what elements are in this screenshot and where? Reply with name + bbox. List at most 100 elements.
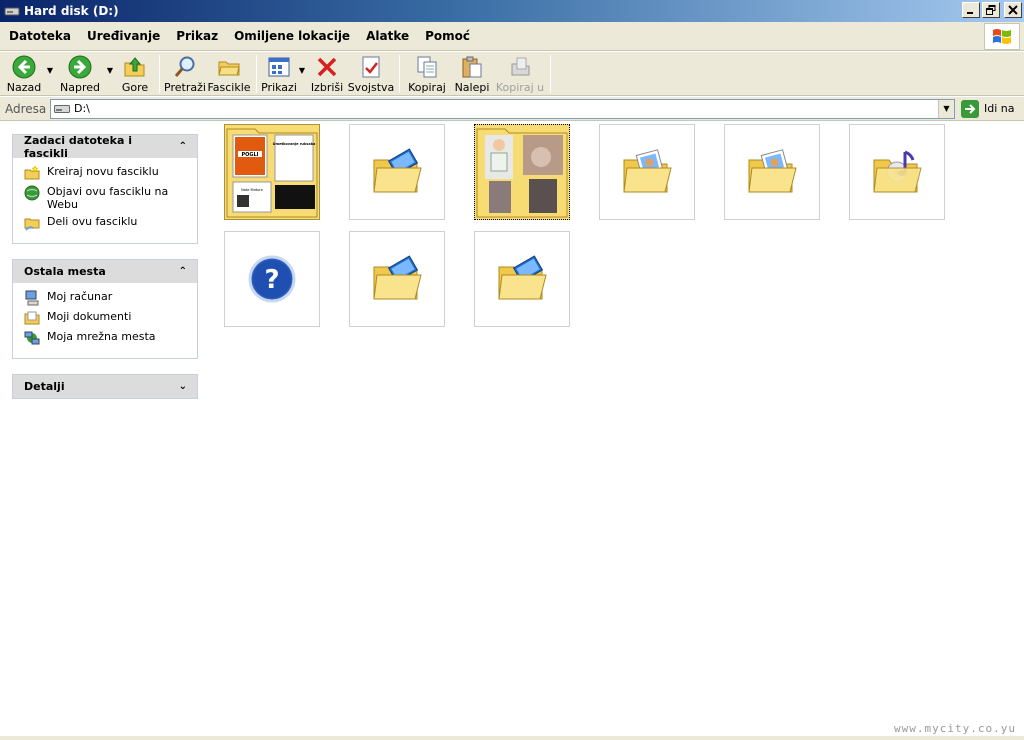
minimize-icon (967, 12, 973, 14)
back-button[interactable]: Nazad (3, 53, 45, 95)
place-my-network[interactable]: Moja mrežna mesta (24, 330, 191, 346)
back-dropdown-icon[interactable]: ▼ (45, 66, 55, 75)
file-folder-tasks-panel: Zadaci datoteka i fascikli ⌃ Kreiraj nov… (12, 134, 198, 244)
menu-bar: Datoteka Uređivanje Prikaz Omiljene loka… (0, 22, 1024, 51)
hard-disk-icon (54, 104, 70, 113)
menu-file[interactable]: Datoteka (0, 29, 79, 43)
details-header[interactable]: Detalji ⌄ (13, 375, 197, 398)
collapse-up-icon[interactable]: ⌃ (179, 266, 187, 277)
copy-button[interactable]: Kopiraj (404, 53, 450, 95)
paste-icon (462, 56, 482, 77)
close-button[interactable] (1004, 2, 1022, 18)
file-folder-tasks-header[interactable]: Zadaci datoteka i fascikli ⌃ (13, 134, 197, 160)
music-folder-icon (873, 150, 922, 193)
toolbar-separator (550, 54, 551, 93)
folder-preview-icon: POGLI Umetkovanje ruksaka Note Mature (226, 128, 318, 218)
menu-help[interactable]: Pomoć (417, 29, 478, 43)
documents-folder-icon (24, 311, 40, 325)
details-panel: Detalji ⌄ (12, 374, 198, 399)
folder-thumbnail-books[interactable]: POGLI Umetkovanje ruksaka Note Mature (224, 124, 320, 220)
unknown-file[interactable]: ? (224, 231, 320, 327)
pictures-folder-1[interactable] (599, 124, 695, 220)
task-publish-web[interactable]: Objavi ovu fasciklu na Webu (24, 185, 191, 211)
copy-to-icon (511, 57, 530, 75)
folder-thumbnail-photos[interactable] (474, 124, 570, 220)
views-dropdown-icon[interactable]: ▼ (297, 66, 307, 75)
properties-button[interactable]: Svojstva (347, 53, 395, 95)
page-title-text: Umetkovanje ruksaka (273, 142, 316, 146)
network-icon (24, 331, 40, 345)
go-button[interactable]: Idi na (961, 99, 1015, 118)
windows-flag-icon (993, 28, 1011, 44)
help-question-icon: ? (248, 255, 296, 303)
page-sub-text: Note Mature (241, 188, 263, 192)
delete-x-icon (317, 57, 337, 76)
go-arrow-icon (965, 103, 976, 114)
task-pane: Zadaci datoteka i fascikli ⌃ Kreiraj nov… (0, 122, 210, 734)
toolbar-separator (256, 54, 257, 93)
copy-to-button[interactable]: Kopiraj u (494, 53, 546, 95)
restore-icon (986, 5, 996, 15)
folder-up-icon (124, 56, 145, 76)
chevron-down-icon: ▼ (943, 104, 950, 113)
other-places-header[interactable]: Ostala mesta ⌃ (13, 260, 197, 283)
delete-button[interactable]: Izbriši (307, 53, 347, 95)
menu-edit[interactable]: Uređivanje (79, 29, 168, 43)
place-my-documents[interactable]: Moji dokumenti (24, 310, 191, 326)
up-button[interactable]: Gore (115, 53, 155, 95)
search-icon (174, 56, 195, 77)
copy-icon (417, 56, 437, 77)
address-input[interactable]: D:\ ▼ (50, 98, 955, 119)
other-places-panel: Ostala mesta ⌃ Moj računar Moji dokument… (12, 259, 198, 359)
computer-icon (25, 290, 39, 306)
watermark: www.mycity.co.yu (894, 722, 1016, 735)
collapse-up-icon[interactable]: ⌃ (179, 141, 187, 152)
properties-icon (362, 56, 380, 77)
new-folder-icon (24, 165, 40, 180)
forward-button[interactable]: Napred (55, 53, 105, 95)
video-folder-2[interactable] (349, 231, 445, 327)
status-strip (0, 736, 1024, 740)
window-title: Hard disk (D:) (24, 4, 119, 18)
folders-button[interactable]: Fascikle (206, 53, 252, 95)
pictures-folder-icon (623, 149, 672, 193)
music-folder[interactable] (849, 124, 945, 220)
menu-view[interactable]: Prikaz (168, 29, 226, 43)
globe-icon (24, 185, 40, 201)
toolbar: Nazad ▼ Napred ▼ Gore Pretraži Fascikle … (0, 52, 1024, 96)
task-share-folder[interactable]: Deli ovu fasciklu (24, 215, 191, 231)
video-folder-1[interactable] (349, 124, 445, 220)
book-cover-text: POGLI (241, 152, 258, 158)
video-folder-icon (373, 255, 422, 300)
share-folder-icon (24, 218, 40, 231)
folder-preview-icon (476, 128, 568, 218)
video-folder-icon (498, 255, 547, 300)
menu-favorites[interactable]: Omiljene lokacije (226, 29, 358, 43)
task-new-folder[interactable]: Kreiraj novu fasciklu (24, 165, 191, 181)
forward-arrow-icon (68, 55, 92, 78)
back-arrow-icon (12, 55, 36, 78)
close-icon (1008, 5, 1018, 15)
hard-disk-icon (4, 7, 20, 16)
folders-icon (218, 61, 240, 75)
address-label: Adresa (5, 101, 47, 116)
title-bar: Hard disk (D:) (0, 0, 1024, 22)
windows-logo (984, 23, 1020, 50)
video-folder-3[interactable] (474, 231, 570, 327)
search-button[interactable]: Pretraži (164, 53, 206, 95)
address-dropdown-button[interactable]: ▼ (938, 99, 954, 118)
pictures-folder-2[interactable] (724, 124, 820, 220)
address-value: D:\ (74, 102, 90, 115)
expand-down-icon[interactable]: ⌄ (179, 381, 187, 392)
place-my-computer[interactable]: Moj računar (24, 290, 191, 306)
video-folder-icon (373, 148, 422, 193)
svg-text:?: ? (264, 265, 279, 295)
restore-button[interactable] (982, 2, 1000, 18)
minimize-button[interactable] (962, 2, 980, 18)
forward-dropdown-icon[interactable]: ▼ (105, 66, 115, 75)
toolbar-separator (399, 54, 400, 93)
paste-button[interactable]: Nalepi (450, 53, 494, 95)
views-button[interactable]: Prikazi (261, 53, 297, 95)
menu-tools[interactable]: Alatke (358, 29, 417, 43)
toolbar-separator (159, 54, 160, 93)
